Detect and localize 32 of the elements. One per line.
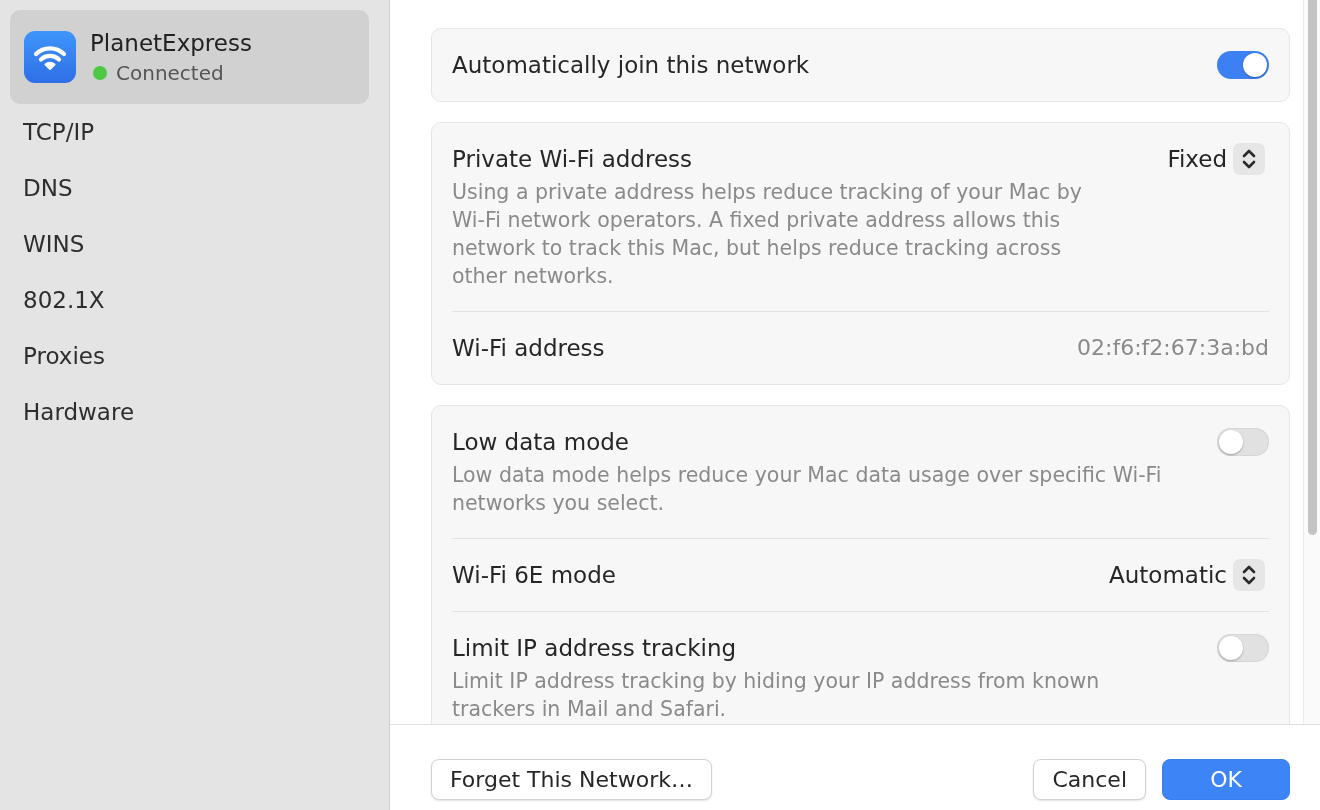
setting-label: Limit IP address tracking — [452, 634, 737, 663]
scrollbar-thumb[interactable] — [1308, 0, 1317, 535]
sidebar-item[interactable]: WINS — [10, 216, 369, 272]
chevron-up-down-icon — [1233, 559, 1265, 591]
sidebar-item[interactable]: TCP/IP — [10, 104, 369, 160]
connection-status: Connected — [116, 60, 224, 86]
toggle-switch[interactable] — [1217, 428, 1269, 456]
toggle-switch[interactable] — [1217, 634, 1269, 662]
status-dot-icon — [93, 66, 107, 80]
chevron-up-down-icon — [1233, 143, 1265, 175]
setting-description: Limit IP address tracking by hiding your IP address from known trackers in Mail and Safari. — [452, 668, 1101, 723]
setting-description: Low data mode helps reduce your Mac data usage over specific Wi-Fi networks you select. — [452, 462, 1163, 517]
sidebar-item[interactable]: Proxies — [10, 328, 369, 384]
sidebar-item[interactable]: Hardware — [10, 384, 369, 440]
cancel-button[interactable]: Cancel — [1033, 759, 1146, 800]
forget-network-button[interactable]: Forget This Network… — [431, 759, 712, 800]
setting-label: Private Wi-Fi address — [452, 145, 693, 174]
sidebar-item[interactable]: DNS — [10, 160, 369, 216]
setting-label: Automatically join this network — [452, 51, 810, 80]
network-name: PlanetExpress — [90, 29, 252, 58]
wifi-address-value: 02:f6:f2:67:3a:bd — [1077, 334, 1269, 362]
popup-menu[interactable]: Fixed — [1167, 143, 1265, 175]
network-item[interactable]: PlanetExpress Connected — [10, 10, 369, 104]
toggle-switch[interactable] — [1217, 51, 1269, 79]
setting-label: Wi-Fi address — [452, 334, 605, 363]
setting-description: Using a private address helps reduce tracking of your Mac by Wi-Fi network operators. A fixed private address allows this network to track this Mac, but helps reduce tracking across other networks. — [452, 179, 1083, 290]
setting-label: Low data mode — [452, 428, 629, 457]
popup-menu[interactable]: Automatic — [1109, 559, 1265, 591]
setting-label: Wi-Fi 6E mode — [452, 561, 616, 590]
sidebar-item[interactable]: 802.1X — [10, 272, 369, 328]
wifi-icon — [24, 31, 76, 83]
ok-button[interactable]: OK — [1162, 759, 1290, 800]
